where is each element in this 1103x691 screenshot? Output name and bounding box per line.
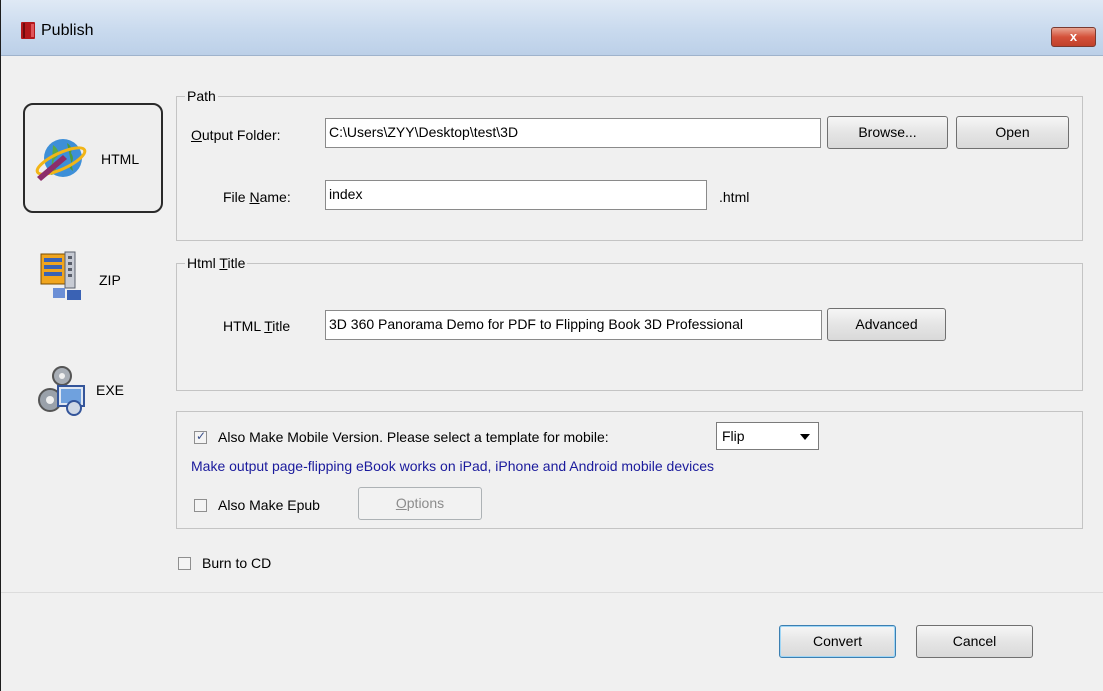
path-legend: Path xyxy=(185,88,218,104)
mobile-template-value: Flip xyxy=(722,428,745,444)
title-bar: Publish x xyxy=(1,0,1103,56)
checkmark-icon: ✓ xyxy=(196,429,207,443)
file-name-input[interactable]: index xyxy=(325,180,707,210)
chevron-down-icon xyxy=(800,434,810,440)
nav-label-zip: ZIP xyxy=(99,272,121,288)
close-icon: x xyxy=(1069,29,1078,44)
options-label-rest: ptions xyxy=(406,495,445,511)
globe-icon xyxy=(35,139,87,181)
mobile-template-select[interactable]: Flip xyxy=(716,422,819,450)
mobile-hint-text: Make output page-flipping eBook works on… xyxy=(191,458,714,474)
burn-cd-checkbox[interactable] xyxy=(178,557,191,570)
mobile-version-checkbox[interactable]: ✓ xyxy=(194,429,207,444)
advanced-button[interactable]: Advanced xyxy=(827,308,946,341)
book-icon xyxy=(21,22,35,39)
options-button[interactable]: Options xyxy=(358,487,482,520)
nav-label-exe: EXE xyxy=(96,382,125,398)
open-button[interactable]: Open xyxy=(956,116,1069,149)
nav-label-html: HTML xyxy=(101,151,140,167)
window-title: Publish xyxy=(41,22,94,39)
nav-item-exe[interactable]: EXE xyxy=(36,362,146,422)
burn-cd-label: Burn to CD xyxy=(202,555,272,571)
html-title-input[interactable]: 3D 360 Panorama Demo for PDF to Flipping… xyxy=(325,310,822,340)
html-title-label: HTML Title xyxy=(223,318,291,334)
epub-label: Also Make Epub xyxy=(218,497,320,513)
output-folder-label-rest: utput Folder: xyxy=(201,127,281,143)
output-folder-input[interactable]: C:\Users\ZYY\Desktop\test\3D xyxy=(325,118,821,148)
browse-button[interactable]: Browse... xyxy=(827,116,948,149)
file-extension-label: .html xyxy=(719,189,750,205)
nav-item-zip[interactable]: ZIP xyxy=(39,248,149,308)
cancel-button[interactable]: Cancel xyxy=(916,625,1033,658)
convert-button[interactable]: Convert xyxy=(779,625,896,658)
exe-gears-icon xyxy=(38,366,85,416)
file-name-label: File Name: xyxy=(223,189,291,205)
publish-dialog: Publish x HTML ZIP EXE Path Output Folde… xyxy=(0,0,1103,691)
html-title-legend: Html Title xyxy=(185,255,248,271)
nav-item-html[interactable]: HTML xyxy=(23,103,163,213)
close-button[interactable]: x xyxy=(1051,27,1096,47)
output-folder-label: Output Folder: xyxy=(191,127,281,143)
epub-checkbox[interactable] xyxy=(194,499,207,512)
mobile-version-label: Also Make Mobile Version. Please select … xyxy=(218,429,609,445)
zip-archive-icon xyxy=(40,251,81,300)
